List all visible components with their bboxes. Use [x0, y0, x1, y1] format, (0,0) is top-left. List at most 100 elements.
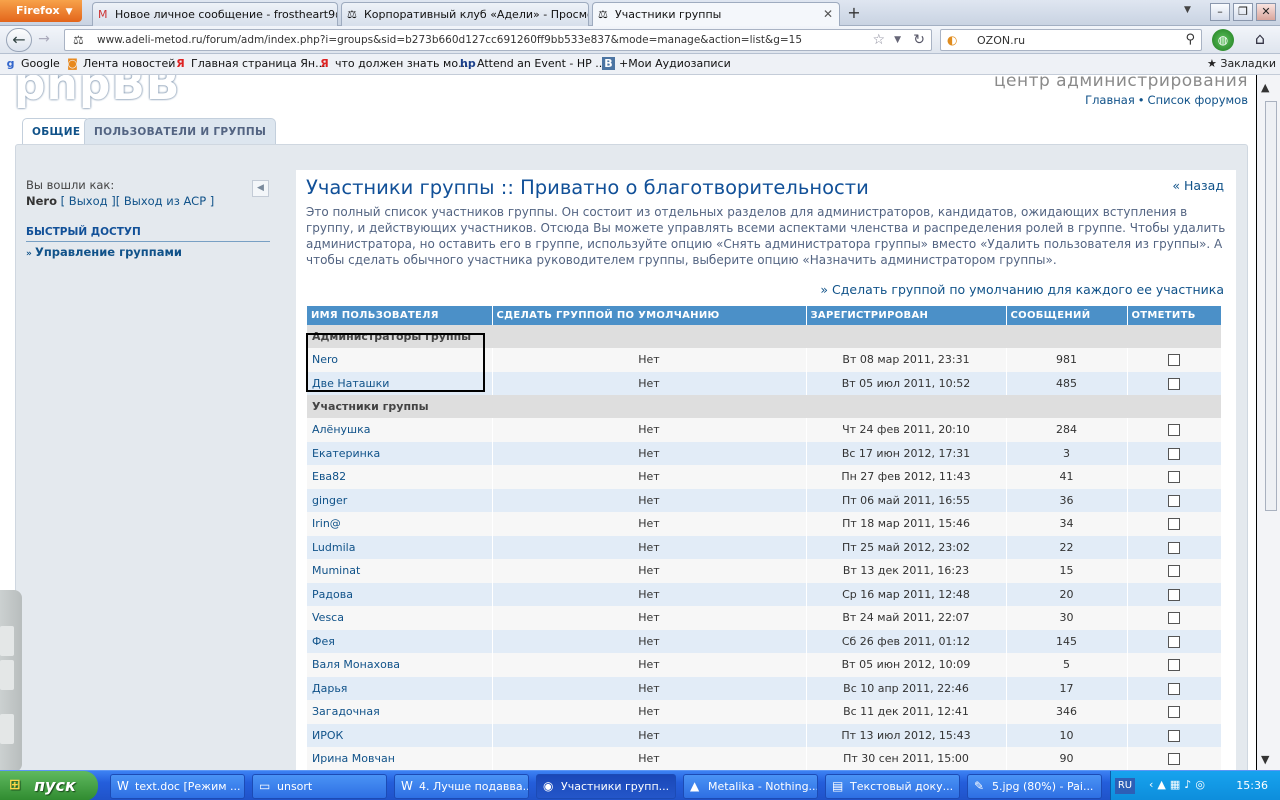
- taskbar-item-vlc[interactable]: ▲ Metalika - Nothing...: [683, 774, 818, 799]
- url-text[interactable]: www.adeli-metod.ru/forum/adm/index.php?i…: [97, 34, 802, 46]
- forward-button[interactable]: →: [34, 31, 54, 47]
- system-tray: RU ‹▲▦♪◎ 15:36: [1110, 771, 1280, 800]
- close-window-icon[interactable]: ✕: [1256, 3, 1276, 21]
- mark-checkbox[interactable]: [1168, 753, 1181, 766]
- username-link[interactable]: Irin@: [307, 512, 493, 536]
- gadget-button[interactable]: [0, 626, 14, 656]
- firefox-menu-button[interactable]: Firefox ▼: [0, 0, 82, 22]
- username-link[interactable]: Ирина Мовчан: [307, 747, 493, 770]
- search-engine-icon[interactable]: ◐: [947, 33, 957, 47]
- taskbar-item-unsort[interactable]: ▭ unsort: [252, 774, 387, 799]
- bookmark-hp-event[interactable]: hpAttend an Event - HP ...: [460, 57, 606, 70]
- search-box[interactable]: ◐ OZON.ru ⚲: [940, 29, 1202, 51]
- url-history-dropdown-icon[interactable]: ▼: [894, 35, 901, 45]
- language-indicator[interactable]: RU: [1115, 778, 1135, 794]
- column-posts[interactable]: СООБЩЕНИЙ: [1006, 306, 1128, 325]
- mark-checkbox[interactable]: [1168, 565, 1181, 578]
- bookmark-google[interactable]: g Google: [4, 57, 60, 70]
- new-tab-button[interactable]: +: [842, 3, 866, 24]
- forum-list-link[interactable]: Список форумов: [1148, 93, 1248, 107]
- bookmark-news-feed[interactable]: ◙ Лента новостей: [66, 57, 175, 70]
- home-icon[interactable]: ⌂: [1248, 29, 1272, 51]
- username-link[interactable]: ginger: [307, 488, 493, 512]
- username-link[interactable]: Валя Монахова: [307, 653, 493, 677]
- gadget-button[interactable]: [0, 660, 14, 690]
- mark-checkbox[interactable]: [1168, 377, 1181, 390]
- bookmark-star-icon[interactable]: ☆: [872, 32, 885, 48]
- column-username[interactable]: ИМЯ ПОЛЬЗОВАТЕЛЯ: [307, 306, 493, 325]
- collapse-sidebar-icon[interactable]: ◀: [252, 180, 269, 197]
- scrollbar-thumb[interactable]: [1265, 101, 1277, 511]
- taskbar-item-firefox[interactable]: ◉ Участники групп...: [536, 774, 676, 799]
- make-default-group-link[interactable]: » Сделать группой по умолчанию для каждо…: [820, 282, 1224, 297]
- browser-tab-members[interactable]: ⚖ Участники группы ✕: [592, 2, 840, 26]
- logout-acp-link[interactable]: [ Выход из ACP ]: [116, 194, 215, 208]
- mark-checkbox[interactable]: [1168, 729, 1181, 742]
- username-link[interactable]: Ева82: [307, 465, 493, 489]
- back-link[interactable]: « Назад: [1172, 178, 1224, 193]
- vlc-tray-icon[interactable]: ▲: [1157, 778, 1169, 791]
- bookmark-vk-audio[interactable]: B +Мои Аудиозаписи: [602, 57, 731, 70]
- mark-checkbox[interactable]: [1168, 682, 1181, 695]
- mark-checkbox[interactable]: [1168, 471, 1181, 484]
- tab-list-icon[interactable]: ▼: [1184, 5, 1191, 15]
- mark-checkbox[interactable]: [1168, 659, 1181, 672]
- taskbar-item-paint[interactable]: ✎ 5.jpg (80%) - Pai...: [967, 774, 1102, 799]
- mark-checkbox[interactable]: [1168, 635, 1181, 648]
- taskbar-item-doc-4[interactable]: W 4. Лучше подавва...: [394, 774, 529, 799]
- username-link[interactable]: Дарья: [307, 676, 493, 700]
- gadget-button[interactable]: [0, 714, 14, 744]
- username-link[interactable]: Ludmila: [307, 535, 493, 559]
- mark-checkbox[interactable]: [1168, 447, 1181, 460]
- mark-checkbox[interactable]: [1168, 541, 1181, 554]
- username-link[interactable]: Muminat: [307, 559, 493, 583]
- mark-checkbox[interactable]: [1168, 706, 1181, 719]
- logout-link[interactable]: [ Выход ]: [61, 194, 116, 208]
- taskbar-item-text-doc[interactable]: Wtext.doc [Режим ...: [110, 774, 245, 799]
- default-group-value: Нет: [492, 371, 807, 395]
- start-button[interactable]: ⊞ пуск: [0, 771, 98, 800]
- globe-addon-icon[interactable]: ◍: [1212, 29, 1234, 51]
- username-link[interactable]: Фея: [307, 629, 493, 653]
- username-link[interactable]: ИРОК: [307, 723, 493, 747]
- username-link[interactable]: Загадочная: [307, 700, 493, 724]
- username-link[interactable]: Екатеринка: [307, 441, 493, 465]
- tab-users-groups[interactable]: ПОЛЬЗОВАТЕЛИ И ГРУППЫ: [84, 118, 277, 145]
- antivirus-icon[interactable]: ◎: [1195, 778, 1209, 791]
- scroll-up-icon[interactable]: ▲: [1261, 81, 1269, 94]
- reload-icon[interactable]: ↻: [913, 32, 925, 48]
- mark-checkbox[interactable]: [1168, 494, 1181, 507]
- bookmarks-menu[interactable]: ★ Закладки: [1207, 57, 1276, 70]
- bookmark-yandex-home[interactable]: Я Главная страница Ян...: [174, 57, 325, 70]
- sidebar-item-manage-groups[interactable]: » Управление группами: [26, 245, 182, 259]
- home-link[interactable]: Главная: [1085, 93, 1135, 107]
- back-button[interactable]: ←: [6, 28, 32, 52]
- search-icon[interactable]: ⚲: [1185, 32, 1195, 47]
- taskbar-item-notepad[interactable]: ▤ Текстовый доку...: [825, 774, 960, 799]
- url-bar[interactable]: ⚖ www.adeli-metod.ru/forum/adm/index.php…: [64, 29, 932, 51]
- scroll-down-icon[interactable]: ▼: [1261, 753, 1269, 766]
- column-registered[interactable]: ЗАРЕГИСТРИРОВАН: [806, 306, 1007, 325]
- browser-tab-club[interactable]: ⚖ Корпоративный клуб «Адели» - Просмо...: [341, 2, 589, 26]
- username-link[interactable]: Радова: [307, 582, 493, 606]
- bookmark-yandex-article[interactable]: Ячто должен знать мо...: [318, 57, 468, 70]
- tab-general[interactable]: ОБЩИЕ: [22, 118, 91, 145]
- tray-icons[interactable]: ‹▲▦♪◎: [1149, 778, 1209, 791]
- page-scrollbar[interactable]: ▲ ▼: [1256, 75, 1280, 770]
- username-link[interactable]: Алёнушка: [307, 418, 493, 442]
- restore-icon[interactable]: ❐: [1233, 3, 1253, 21]
- minimize-icon[interactable]: –: [1210, 3, 1230, 21]
- post-count: 981: [1006, 348, 1128, 372]
- mark-checkbox[interactable]: [1168, 588, 1181, 601]
- browser-tab-gmail[interactable]: M Новое личное сообщение - frostheart9@.…: [92, 2, 338, 26]
- close-tab-icon[interactable]: ✕: [823, 7, 833, 21]
- volume-icon[interactable]: ♪: [1184, 778, 1195, 791]
- mark-checkbox[interactable]: [1168, 518, 1181, 531]
- network-icon[interactable]: ▦: [1170, 778, 1184, 791]
- mark-checkbox[interactable]: [1168, 612, 1181, 625]
- mark-checkbox[interactable]: [1168, 424, 1181, 437]
- default-group-value: Нет: [492, 747, 807, 770]
- site-identity-icon[interactable]: ⚖: [73, 33, 84, 47]
- mark-checkbox[interactable]: [1168, 354, 1181, 367]
- username-link[interactable]: Vesca: [307, 606, 493, 630]
